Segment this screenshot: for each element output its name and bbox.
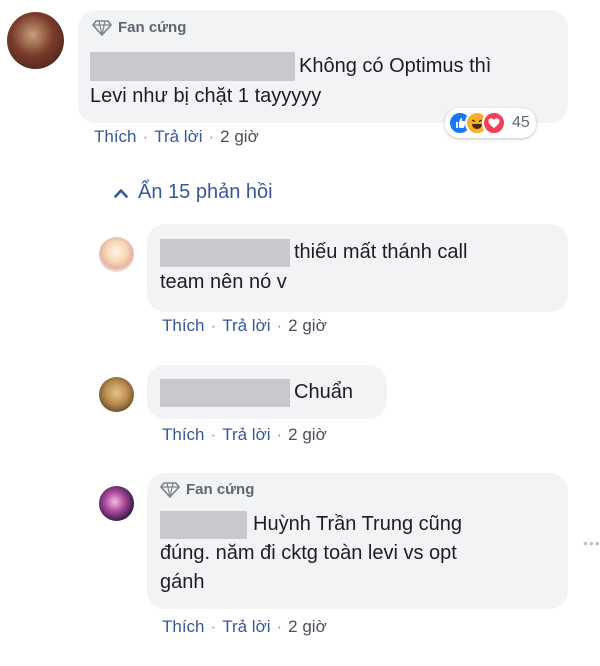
reply-text-line: thiếu mất thánh call — [294, 241, 468, 263]
reply-text-line: Huỳnh Trần Trung cũng — [253, 513, 463, 535]
comment-bubble: Fan cứng Không có Optimus thì Levi như b… — [78, 10, 568, 123]
timestamp[interactable]: 2 giờ — [288, 316, 327, 336]
like-link[interactable]: Thích — [162, 617, 205, 637]
chevron-up-icon — [114, 188, 128, 198]
reply-link[interactable]: Trả lời — [222, 425, 270, 445]
separator: · — [276, 316, 283, 335]
reply-avatar[interactable] — [99, 377, 134, 412]
fan-badge-label: Fan cứng — [186, 481, 255, 498]
comment-actions: Thích · Trả lời · 2 giờ — [94, 127, 259, 147]
author-name-redacted[interactable] — [160, 238, 290, 267]
like-link[interactable]: Thích — [94, 127, 137, 147]
fan-badge: Fan cứng — [92, 19, 186, 36]
reply-text-line: gánh — [160, 571, 205, 593]
reply-text: thiếu mất thánh call team nên nó v — [160, 237, 467, 297]
fan-badge-label: Fan cứng — [118, 19, 187, 36]
hide-replies-label[interactable]: Ẩn 15 phản hồi — [138, 181, 273, 204]
reply-link[interactable]: Trả lời — [154, 127, 202, 147]
reply-actions: Thích · Trả lời · 2 giờ — [162, 425, 327, 445]
reply-link[interactable]: Trả lời — [222, 617, 270, 637]
reply-text: Huỳnh Trần Trung cũng đúng. năm đi cktg … — [160, 510, 462, 597]
hide-replies-toggle[interactable]: Ẩn 15 phản hồi — [114, 181, 273, 204]
author-name-redacted[interactable] — [90, 52, 295, 82]
timestamp[interactable]: 2 giờ — [288, 617, 327, 637]
author-name-redacted[interactable] — [160, 378, 290, 407]
timestamp[interactable]: 2 giờ — [220, 127, 259, 147]
comment-text-line: Không có Optimus thì — [299, 55, 492, 77]
author-name-redacted[interactable] — [160, 510, 247, 539]
separator: · — [208, 127, 215, 146]
fan-badge: Fan cứng — [160, 481, 254, 498]
reaction-summary[interactable]: 45 — [445, 108, 536, 138]
reply-text-line: đúng. năm đi cktg toàn levi vs opt — [160, 542, 457, 564]
diamond-icon — [92, 19, 112, 36]
reply-link[interactable]: Trả lời — [222, 316, 270, 336]
love-icon — [482, 111, 506, 135]
reply-bubble: Chuẩn — [147, 365, 387, 419]
reply-text: Chuẩn — [160, 377, 353, 407]
like-link[interactable]: Thích — [162, 316, 205, 336]
more-options-icon[interactable]: ••• — [583, 535, 600, 551]
diamond-icon — [160, 481, 180, 498]
comment-text-line: Levi như bị chặt 1 tayyyyy — [90, 85, 322, 108]
reply-text-line: Chuẩn — [294, 381, 353, 403]
timestamp[interactable]: 2 giờ — [288, 425, 327, 445]
separator: · — [210, 316, 217, 335]
reaction-count: 45 — [512, 114, 530, 131]
reply-actions: Thích · Trả lời · 2 giờ — [162, 316, 327, 336]
separator: · — [210, 617, 217, 636]
commenter-avatar[interactable] — [7, 12, 64, 69]
comment-text: Không có Optimus thì Levi như bị chặt 1 … — [90, 51, 491, 111]
reply-avatar[interactable] — [99, 486, 134, 521]
reply-avatar[interactable] — [99, 237, 134, 272]
like-link[interactable]: Thích — [162, 425, 205, 445]
reply-bubble: thiếu mất thánh call team nên nó v — [147, 224, 568, 312]
separator: · — [276, 425, 283, 444]
reply-bubble: Fan cứng Huỳnh Trần Trung cũng đúng. năm… — [147, 473, 568, 609]
separator: · — [210, 425, 217, 444]
reply-actions: Thích · Trả lời · 2 giờ — [162, 617, 327, 637]
separator: · — [276, 617, 283, 636]
reply-text-line: team nên nó v — [160, 271, 287, 293]
separator: · — [142, 127, 149, 146]
